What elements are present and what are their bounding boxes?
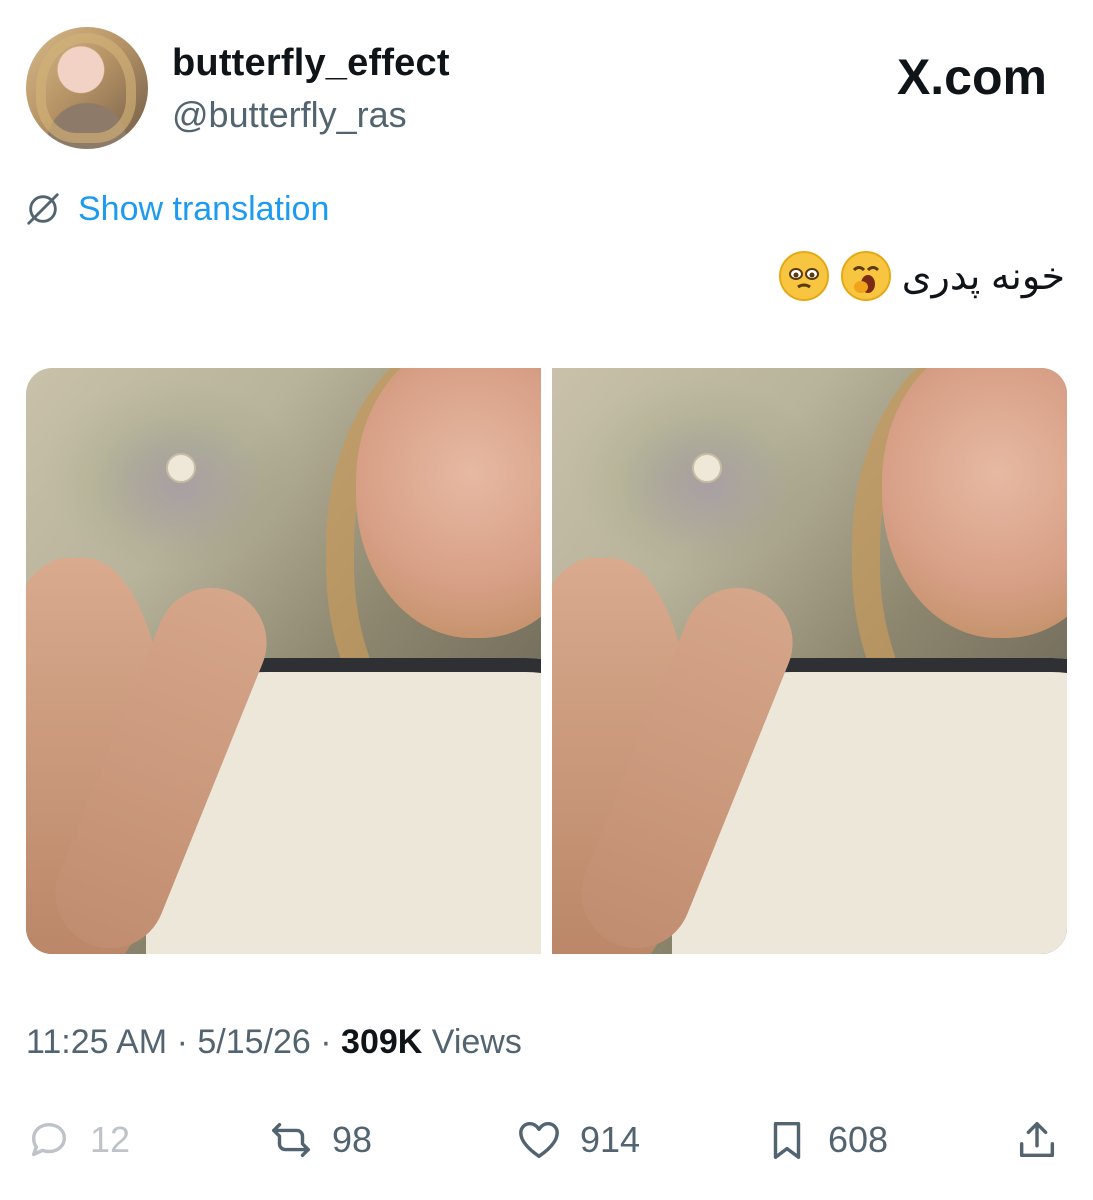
- meta-separator: ·: [167, 1023, 198, 1061]
- author-avatar[interactable]: [26, 27, 148, 149]
- share-button[interactable]: [1014, 1110, 1060, 1170]
- share-icon: [1019, 1121, 1055, 1158]
- like-count: 914: [580, 1119, 641, 1160]
- views-label: Views: [422, 1023, 522, 1061]
- heart-icon: [519, 1121, 559, 1159]
- bookmark-count: 608: [828, 1119, 889, 1160]
- tweet-time[interactable]: 11:25 AM: [26, 1023, 167, 1061]
- show-translation-label: Show translation: [78, 189, 330, 228]
- author-handle[interactable]: @butterfly_ras: [172, 94, 407, 136]
- brand-label: X.com: [896, 49, 1047, 105]
- tweet-metadata: 11:25 AM · 5/15/26 · 309K Views: [26, 1023, 522, 1062]
- meta-separator: ·: [310, 1023, 342, 1061]
- photo-2[interactable]: [552, 368, 1067, 954]
- avatar-hair-detail: [36, 33, 136, 143]
- media-gallery[interactable]: [26, 368, 1067, 954]
- pleading-face-emoji: [778, 251, 829, 301]
- tweet-text-content: خونه پدری: [901, 255, 1065, 298]
- bookmark-icon: [773, 1121, 801, 1159]
- yawning-face-emoji: [840, 251, 891, 301]
- cushion-button-detail: [692, 453, 722, 483]
- translate-globe-icon: [27, 193, 59, 225]
- reply-icon: [31, 1122, 67, 1157]
- repost-icon: [272, 1122, 310, 1158]
- bookmark-button[interactable]: 608: [764, 1110, 888, 1170]
- tweet-text: خونه پدری: [778, 250, 1065, 302]
- tweet-actions: 12 98 914 608: [26, 1110, 1066, 1170]
- author-display-name[interactable]: butterfly_effect: [172, 42, 450, 85]
- like-button[interactable]: 914: [516, 1110, 640, 1170]
- cushion-button-detail: [166, 453, 196, 483]
- photo-1[interactable]: [26, 368, 541, 954]
- show-translation-button[interactable]: Show translation: [24, 188, 329, 230]
- views-count: 309K: [341, 1023, 423, 1061]
- repost-button[interactable]: 98: [268, 1110, 372, 1170]
- repost-count: 98: [332, 1119, 373, 1160]
- tweet-date[interactable]: 5/15/26: [197, 1023, 310, 1061]
- reply-button[interactable]: 12: [26, 1110, 130, 1170]
- reply-count: 12: [90, 1119, 131, 1160]
